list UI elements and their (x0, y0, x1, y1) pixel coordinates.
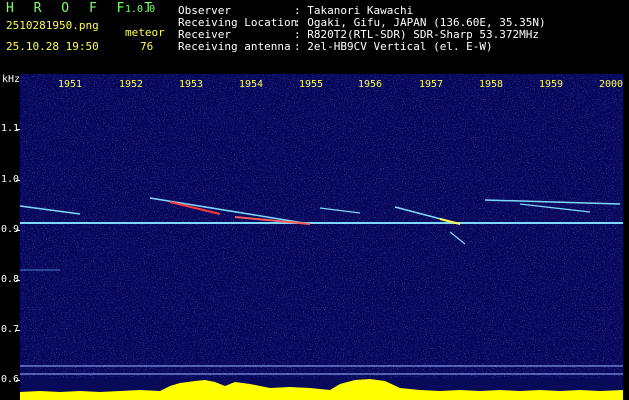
spectrogram-display (20, 74, 623, 378)
x-tick-label: 1952 (119, 79, 144, 90)
y-axis-unit: kHz (2, 74, 21, 85)
y-tick (16, 280, 20, 281)
x-tick-label: 2000 (599, 79, 624, 90)
y-tick (16, 230, 20, 231)
meteor-count: 76 (140, 40, 154, 53)
x-tick-label: 1953 (179, 79, 204, 90)
app-version: 1.0.0 (125, 4, 156, 15)
y-tick (16, 129, 20, 130)
noise-layer (20, 74, 623, 378)
y-tick (16, 330, 20, 331)
file-name: 2510281950.png (6, 19, 99, 32)
x-tick-label: 1958 (479, 79, 504, 90)
x-tick-label: 1955 (299, 79, 324, 90)
signal-level-bar (20, 378, 623, 400)
x-tick-label: 1954 (239, 79, 264, 90)
antenna-value: : 2el-HB9CV Vertical (el. E-W) (294, 40, 493, 53)
x-tick-label: 1959 (539, 79, 564, 90)
x-tick-label: 1951 (58, 79, 83, 90)
y-tick (16, 180, 20, 181)
x-tick-label: 1956 (358, 79, 383, 90)
antenna-label: Receiving antenna (178, 40, 291, 53)
datetime: 25.10.28 19:50 (6, 40, 99, 53)
mode-label: meteor (125, 26, 165, 39)
header-panel: H R O F F T 1.0.0 2510281950.png meteor … (0, 0, 629, 74)
x-tick-label: 1957 (419, 79, 444, 90)
right-margin (623, 74, 629, 400)
